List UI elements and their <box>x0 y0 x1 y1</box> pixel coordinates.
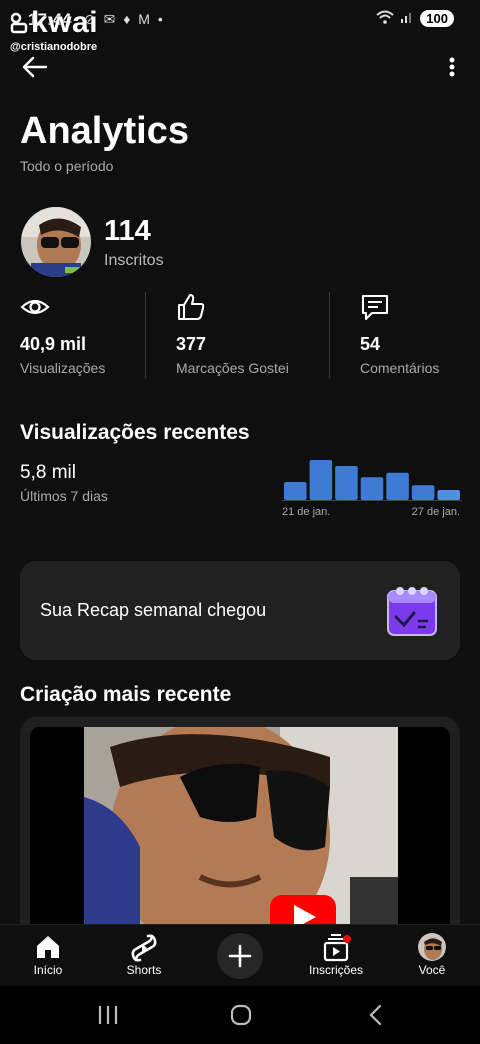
system-navigation <box>0 986 480 1044</box>
likes-value: 377 <box>176 334 207 354</box>
back-arrow-icon <box>22 56 48 78</box>
chart-bar <box>437 490 460 500</box>
nav-home[interactable]: Início <box>8 925 88 987</box>
shorts-icon <box>131 934 157 962</box>
nav-subscriptions-label: Inscrições <box>308 963 364 977</box>
home-circle-icon[interactable] <box>229 1003 253 1027</box>
nav-you-label: Você <box>418 963 446 977</box>
subscriptions-icon <box>323 934 351 962</box>
views-label: Visualizações <box>20 360 106 376</box>
likes-label: Marcações Gostei <box>176 360 289 376</box>
stat-comments: 54 Comentários <box>360 292 470 382</box>
chart-bar <box>411 485 435 500</box>
chart-bar <box>309 460 333 500</box>
comments-label: Comentários <box>360 360 440 376</box>
home-icon <box>37 936 59 958</box>
recap-text: Sua Recap semanal chegou <box>40 600 267 620</box>
avatar-icon <box>418 933 446 961</box>
latest-creation-title: Criação mais recente <box>20 683 232 706</box>
watermark-brand-text: kwai <box>31 6 99 39</box>
chart-bar <box>360 477 384 500</box>
back-button[interactable] <box>20 52 52 82</box>
status-right: 100 <box>376 10 454 27</box>
chart-bar <box>335 466 358 500</box>
wifi-icon <box>376 10 394 27</box>
more-vertical-icon <box>449 57 455 77</box>
subscriber-label: Inscritos <box>104 252 164 269</box>
latest-video-card[interactable] <box>20 717 460 937</box>
kwai-logo-icon <box>10 12 28 34</box>
thumbs-up-icon <box>176 292 206 322</box>
nav-shorts-label: Shorts <box>126 963 162 977</box>
channel-avatar <box>21 207 91 277</box>
chart-x-tick-label: 21 de jan. <box>282 506 330 518</box>
comments-value: 54 <box>360 334 381 354</box>
create-button[interactable] <box>217 933 263 979</box>
video-thumbnail[interactable] <box>30 727 450 937</box>
nav-home-label: Início <box>33 963 63 977</box>
weekly-recap-card[interactable]: Sua Recap semanal chegou <box>20 561 460 660</box>
calendar-check-icon <box>384 581 440 639</box>
recent-views-period: Últimos 7 dias <box>20 488 108 504</box>
page-title: Analytics <box>20 110 189 152</box>
period-selector[interactable]: Todo o período <box>20 158 113 174</box>
nav-you[interactable]: Você <box>392 925 472 987</box>
eye-icon <box>20 292 50 322</box>
plus-icon <box>228 944 252 968</box>
recent-apps-icon[interactable] <box>96 1004 120 1026</box>
chart-bar <box>284 482 307 500</box>
nav-subscriptions[interactable]: Inscrições <box>296 925 376 987</box>
more-options-button[interactable] <box>442 52 462 82</box>
system-back-icon[interactable] <box>366 1003 386 1027</box>
comment-icon <box>360 292 390 322</box>
recent-views-chart[interactable]: 21 de jan. 27 de jan. <box>282 454 462 524</box>
views-value: 40,9 mil <box>20 334 87 354</box>
stat-views: 40,9 mil Visualizações <box>20 292 140 382</box>
subscriber-count: 114 <box>104 215 151 247</box>
nav-shorts[interactable]: Shorts <box>104 925 184 987</box>
stat-divider <box>329 292 330 378</box>
chart-bar <box>386 472 409 500</box>
stat-divider <box>145 292 146 378</box>
bottom-navigation: Início Shorts Inscrições Você <box>0 924 480 986</box>
stat-likes: 377 Marcações Gostei <box>176 292 316 382</box>
watermark-brand: kwai <box>10 8 106 38</box>
chart-x-tick-label: 27 de jan. <box>412 506 460 518</box>
battery-indicator: 100 <box>420 10 454 27</box>
recent-views-title: Visualizações recentes <box>20 421 250 444</box>
signal-icon <box>400 10 414 27</box>
top-bar <box>0 46 480 86</box>
recent-views-value: 5,8 mil <box>20 462 76 483</box>
